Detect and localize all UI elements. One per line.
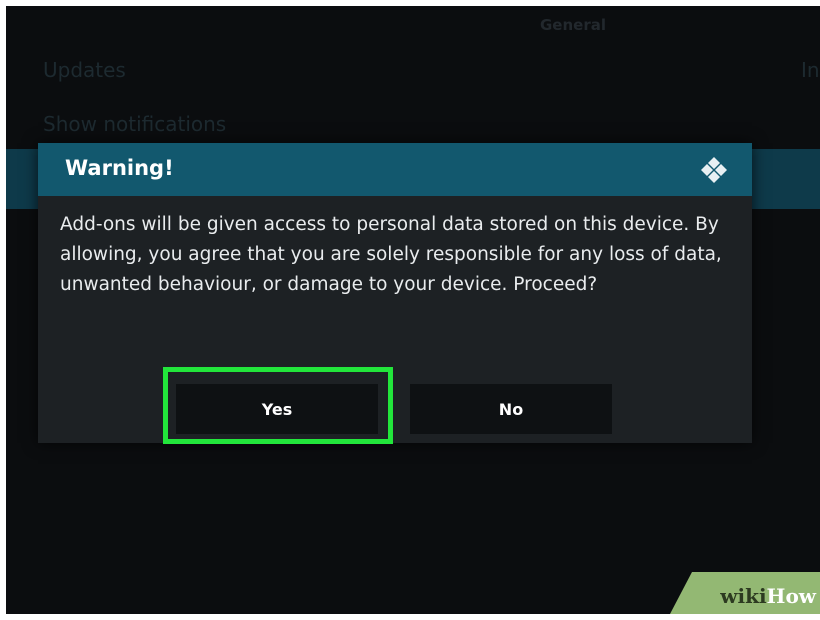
settings-section-title: General [540,16,606,34]
wikihow-watermark: wikiHow [670,572,820,614]
dialog-message: Add-ons will be given access to personal… [60,214,722,295]
setting-item-updates[interactable]: Updates [43,58,126,82]
kodi-screen: General Updates Show notifications In Wa… [6,6,820,614]
setting-item-show-notifications[interactable]: Show notifications [43,112,226,136]
yes-button[interactable]: Yes [176,384,378,434]
kodi-logo-icon [701,157,727,183]
setting-value-partial: In [801,58,820,82]
watermark-text: wikiHow [720,584,816,608]
no-button[interactable]: No [410,384,612,434]
dialog-title: Warning! [65,156,174,180]
watermark-part-1: wiki [720,584,767,608]
watermark-part-2: How [766,584,816,608]
dialog-header: Warning! [38,143,752,196]
warning-dialog: Warning! Add-ons will be given access to… [38,143,752,443]
